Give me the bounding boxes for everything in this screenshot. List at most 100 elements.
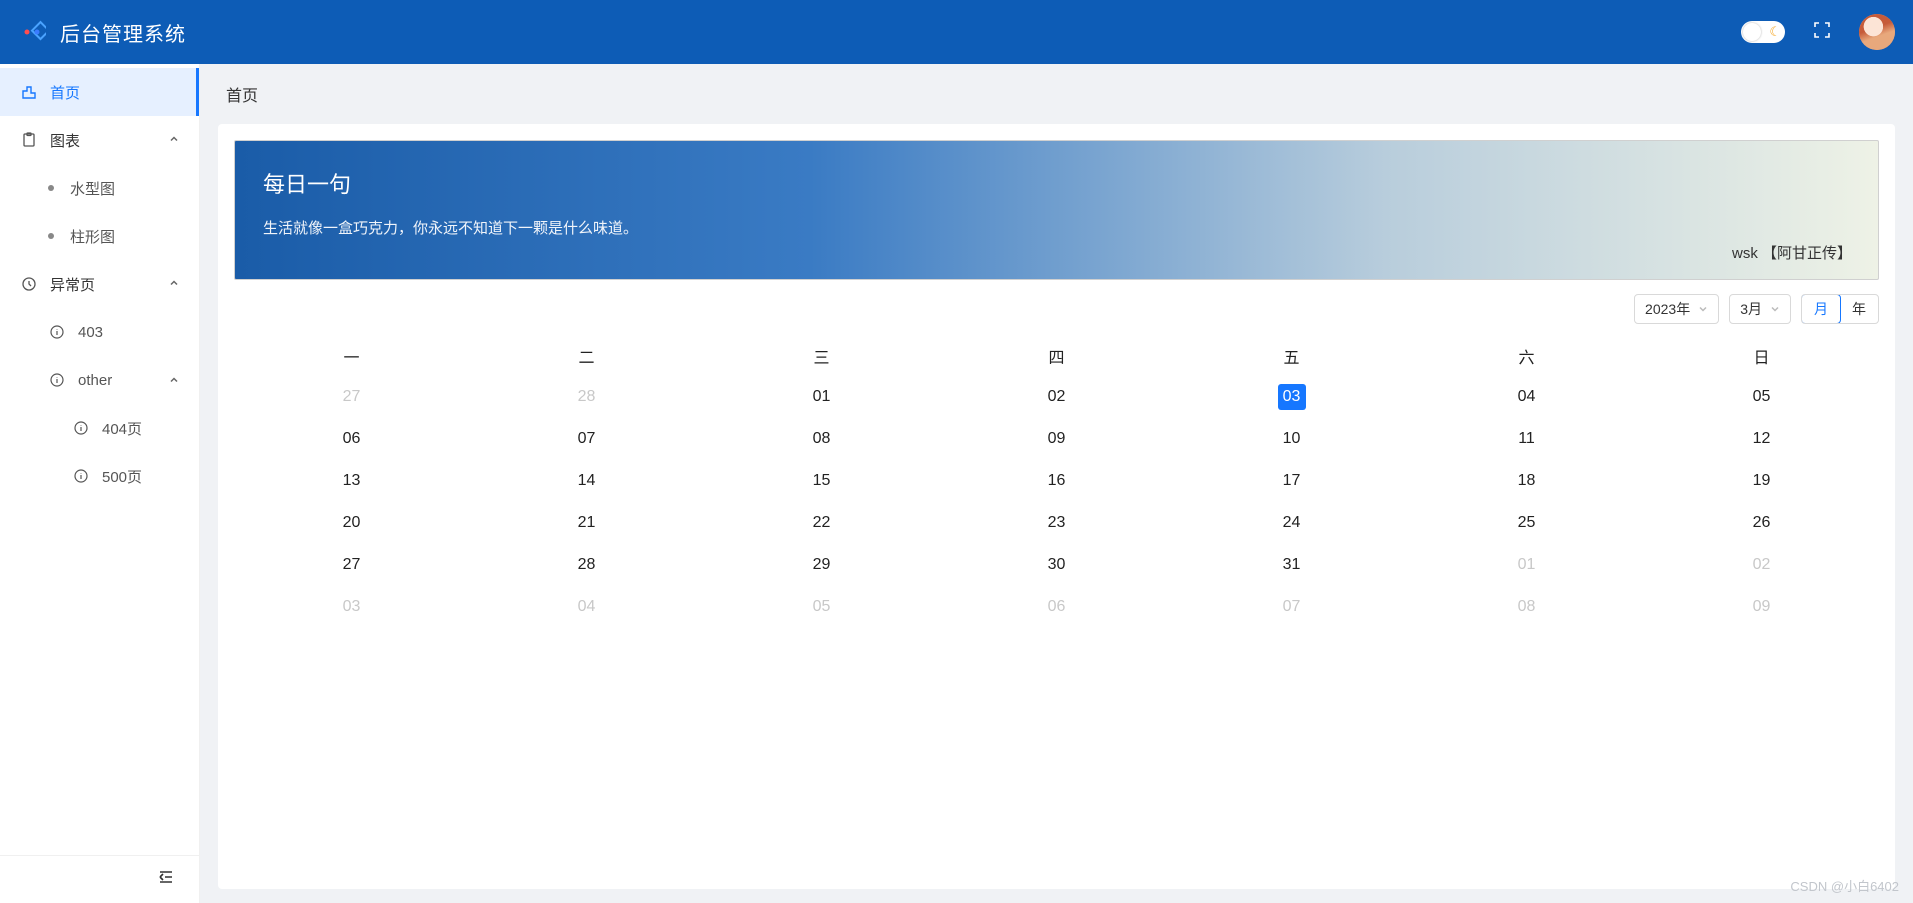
- calendar-day-number: 31: [1278, 552, 1306, 578]
- calendar-day-cell[interactable]: 17: [1174, 460, 1409, 502]
- sidebar-item-label: 403: [78, 324, 103, 341]
- sidebar-item-label: 404页: [102, 418, 142, 439]
- calendar-day-cell[interactable]: 07: [1174, 586, 1409, 628]
- theme-toggle[interactable]: ☾: [1741, 21, 1785, 43]
- calendar-day-cell[interactable]: 25: [1409, 502, 1644, 544]
- avatar[interactable]: [1859, 14, 1895, 50]
- mode-year-button[interactable]: 年: [1840, 295, 1878, 323]
- calendar-day-cell[interactable]: 28: [469, 544, 704, 586]
- calendar-day-cell[interactable]: 29: [704, 544, 939, 586]
- calendar-grid: 一二三四五六日 27280102030405060708091011121314…: [234, 338, 1879, 628]
- calendar-day-cell[interactable]: 18: [1409, 460, 1644, 502]
- app-header: 后台管理系统 ☾: [0, 0, 1913, 64]
- year-select[interactable]: 2023年: [1634, 294, 1719, 324]
- quote-attribution: wsk 【阿甘正传】: [1732, 242, 1852, 263]
- dashboard-icon: [20, 83, 38, 101]
- sidebar-item-water-chart[interactable]: 水型图: [0, 164, 199, 212]
- calendar-day-cell[interactable]: 15: [704, 460, 939, 502]
- calendar-day-cell[interactable]: 16: [939, 460, 1174, 502]
- calendar-day-number: 02: [1043, 384, 1071, 410]
- sidebar-item-other[interactable]: other: [0, 356, 199, 404]
- calendar-day-cell[interactable]: 22: [704, 502, 939, 544]
- calendar-day-cell[interactable]: 06: [939, 586, 1174, 628]
- sidebar-item-403[interactable]: 403: [0, 308, 199, 356]
- sidebar-item-label: 首页: [50, 82, 80, 103]
- calendar-day-number: 26: [1748, 510, 1776, 536]
- calendar-header-row: 一二三四五六日: [234, 338, 1879, 376]
- calendar-day-cell[interactable]: 21: [469, 502, 704, 544]
- calendar-day-cell[interactable]: 14: [469, 460, 704, 502]
- chevron-up-icon: [169, 277, 179, 291]
- calendar-day-number: 15: [808, 468, 836, 494]
- calendar-day-number: 14: [573, 468, 601, 494]
- calendar-day-cell[interactable]: 08: [704, 418, 939, 460]
- calendar-day-number: 09: [1748, 594, 1776, 620]
- calendar-day-cell[interactable]: 12: [1644, 418, 1879, 460]
- calendar-day-cell[interactable]: 26: [1644, 502, 1879, 544]
- calendar-day-number: 08: [1513, 594, 1541, 620]
- header-right: ☾: [1741, 14, 1895, 50]
- chevron-down-icon: [1770, 301, 1780, 317]
- sidebar-item-404[interactable]: 404页: [0, 404, 199, 452]
- sidebar-item-label: 异常页: [50, 274, 95, 295]
- calendar-day-cell[interactable]: 23: [939, 502, 1174, 544]
- calendar-week-row: 272829 30 31 0102: [234, 544, 1879, 586]
- calendar-day-number: 10: [1278, 426, 1306, 452]
- calendar-controls: 2023年 3月 月 年: [234, 294, 1879, 324]
- sidebar-item-charts[interactable]: 图表: [0, 116, 199, 164]
- calendar-day-cell[interactable]: 11: [1409, 418, 1644, 460]
- sidebar-item-500[interactable]: 500页: [0, 452, 199, 500]
- calendar-day-cell[interactable]: 07: [469, 418, 704, 460]
- calendar-day-number: 04: [573, 594, 601, 620]
- calendar-day-number: 22: [808, 510, 836, 536]
- calendar-day-cell[interactable]: 27: [234, 376, 469, 418]
- calendar-day-cell[interactable]: 28: [469, 376, 704, 418]
- calendar-day-cell[interactable]: 02: [1644, 544, 1879, 586]
- calendar-day-number: 11: [1513, 426, 1541, 452]
- calendar-day-cell[interactable]: 01: [704, 376, 939, 418]
- calendar-day-cell[interactable]: 13: [234, 460, 469, 502]
- calendar-day-cell[interactable]: 05: [704, 586, 939, 628]
- month-select-label: 3月: [1740, 299, 1762, 319]
- fullscreen-icon[interactable]: [1813, 21, 1831, 44]
- month-select[interactable]: 3月: [1729, 294, 1791, 324]
- calendar-day-cell[interactable]: 19: [1644, 460, 1879, 502]
- calendar-day-cell[interactable]: 24: [1174, 502, 1409, 544]
- calendar-day-cell[interactable]: 06: [234, 418, 469, 460]
- calendar-day-number: 20: [338, 510, 366, 536]
- watermark: CSDN @小白6402: [1790, 876, 1899, 895]
- bullet-icon: [48, 185, 54, 191]
- calendar-day-cell[interactable]: 01: [1409, 544, 1644, 586]
- calendar-day-number: 08: [808, 426, 836, 452]
- sidebar-item-home[interactable]: 首页: [0, 68, 199, 116]
- collapse-icon[interactable]: [157, 868, 175, 891]
- quote-title: 每日一句: [263, 167, 1850, 199]
- calendar-day-number: 17: [1278, 468, 1306, 494]
- calendar-day-cell[interactable]: 08: [1409, 586, 1644, 628]
- info-icon: [72, 467, 90, 485]
- calendar-day-cell[interactable]: 04: [469, 586, 704, 628]
- sidebar-item-errors[interactable]: 异常页: [0, 260, 199, 308]
- calendar-weekday: 日: [1644, 338, 1879, 376]
- calendar-day-cell[interactable]: 27: [234, 544, 469, 586]
- calendar-day-number: 30: [1043, 552, 1071, 578]
- sidebar-item-label: other: [78, 372, 112, 389]
- calendar-day-cell[interactable]: 09: [1644, 586, 1879, 628]
- calendar-weekday: 二: [469, 338, 704, 376]
- calendar-day-cell[interactable]: 02: [939, 376, 1174, 418]
- calendar-day-cell[interactable]: 30: [939, 544, 1174, 586]
- calendar-day-number: 21: [573, 510, 601, 536]
- mode-month-button[interactable]: 月: [1801, 294, 1841, 324]
- breadcrumb-item[interactable]: 首页: [226, 88, 258, 105]
- sidebar-item-bar-chart[interactable]: 柱形图: [0, 212, 199, 260]
- calendar-day-cell[interactable]: 09: [939, 418, 1174, 460]
- calendar-day-cell[interactable]: 10: [1174, 418, 1409, 460]
- calendar-day-cell[interactable]: 05: [1644, 376, 1879, 418]
- calendar-day-cell[interactable]: 31: [1174, 544, 1409, 586]
- calendar-day-number: 06: [1043, 594, 1071, 620]
- calendar-day-cell[interactable]: 03: [1174, 376, 1409, 418]
- year-select-label: 2023年: [1645, 299, 1690, 319]
- calendar-day-cell[interactable]: 03: [234, 586, 469, 628]
- calendar-day-cell[interactable]: 04: [1409, 376, 1644, 418]
- calendar-day-cell[interactable]: 20: [234, 502, 469, 544]
